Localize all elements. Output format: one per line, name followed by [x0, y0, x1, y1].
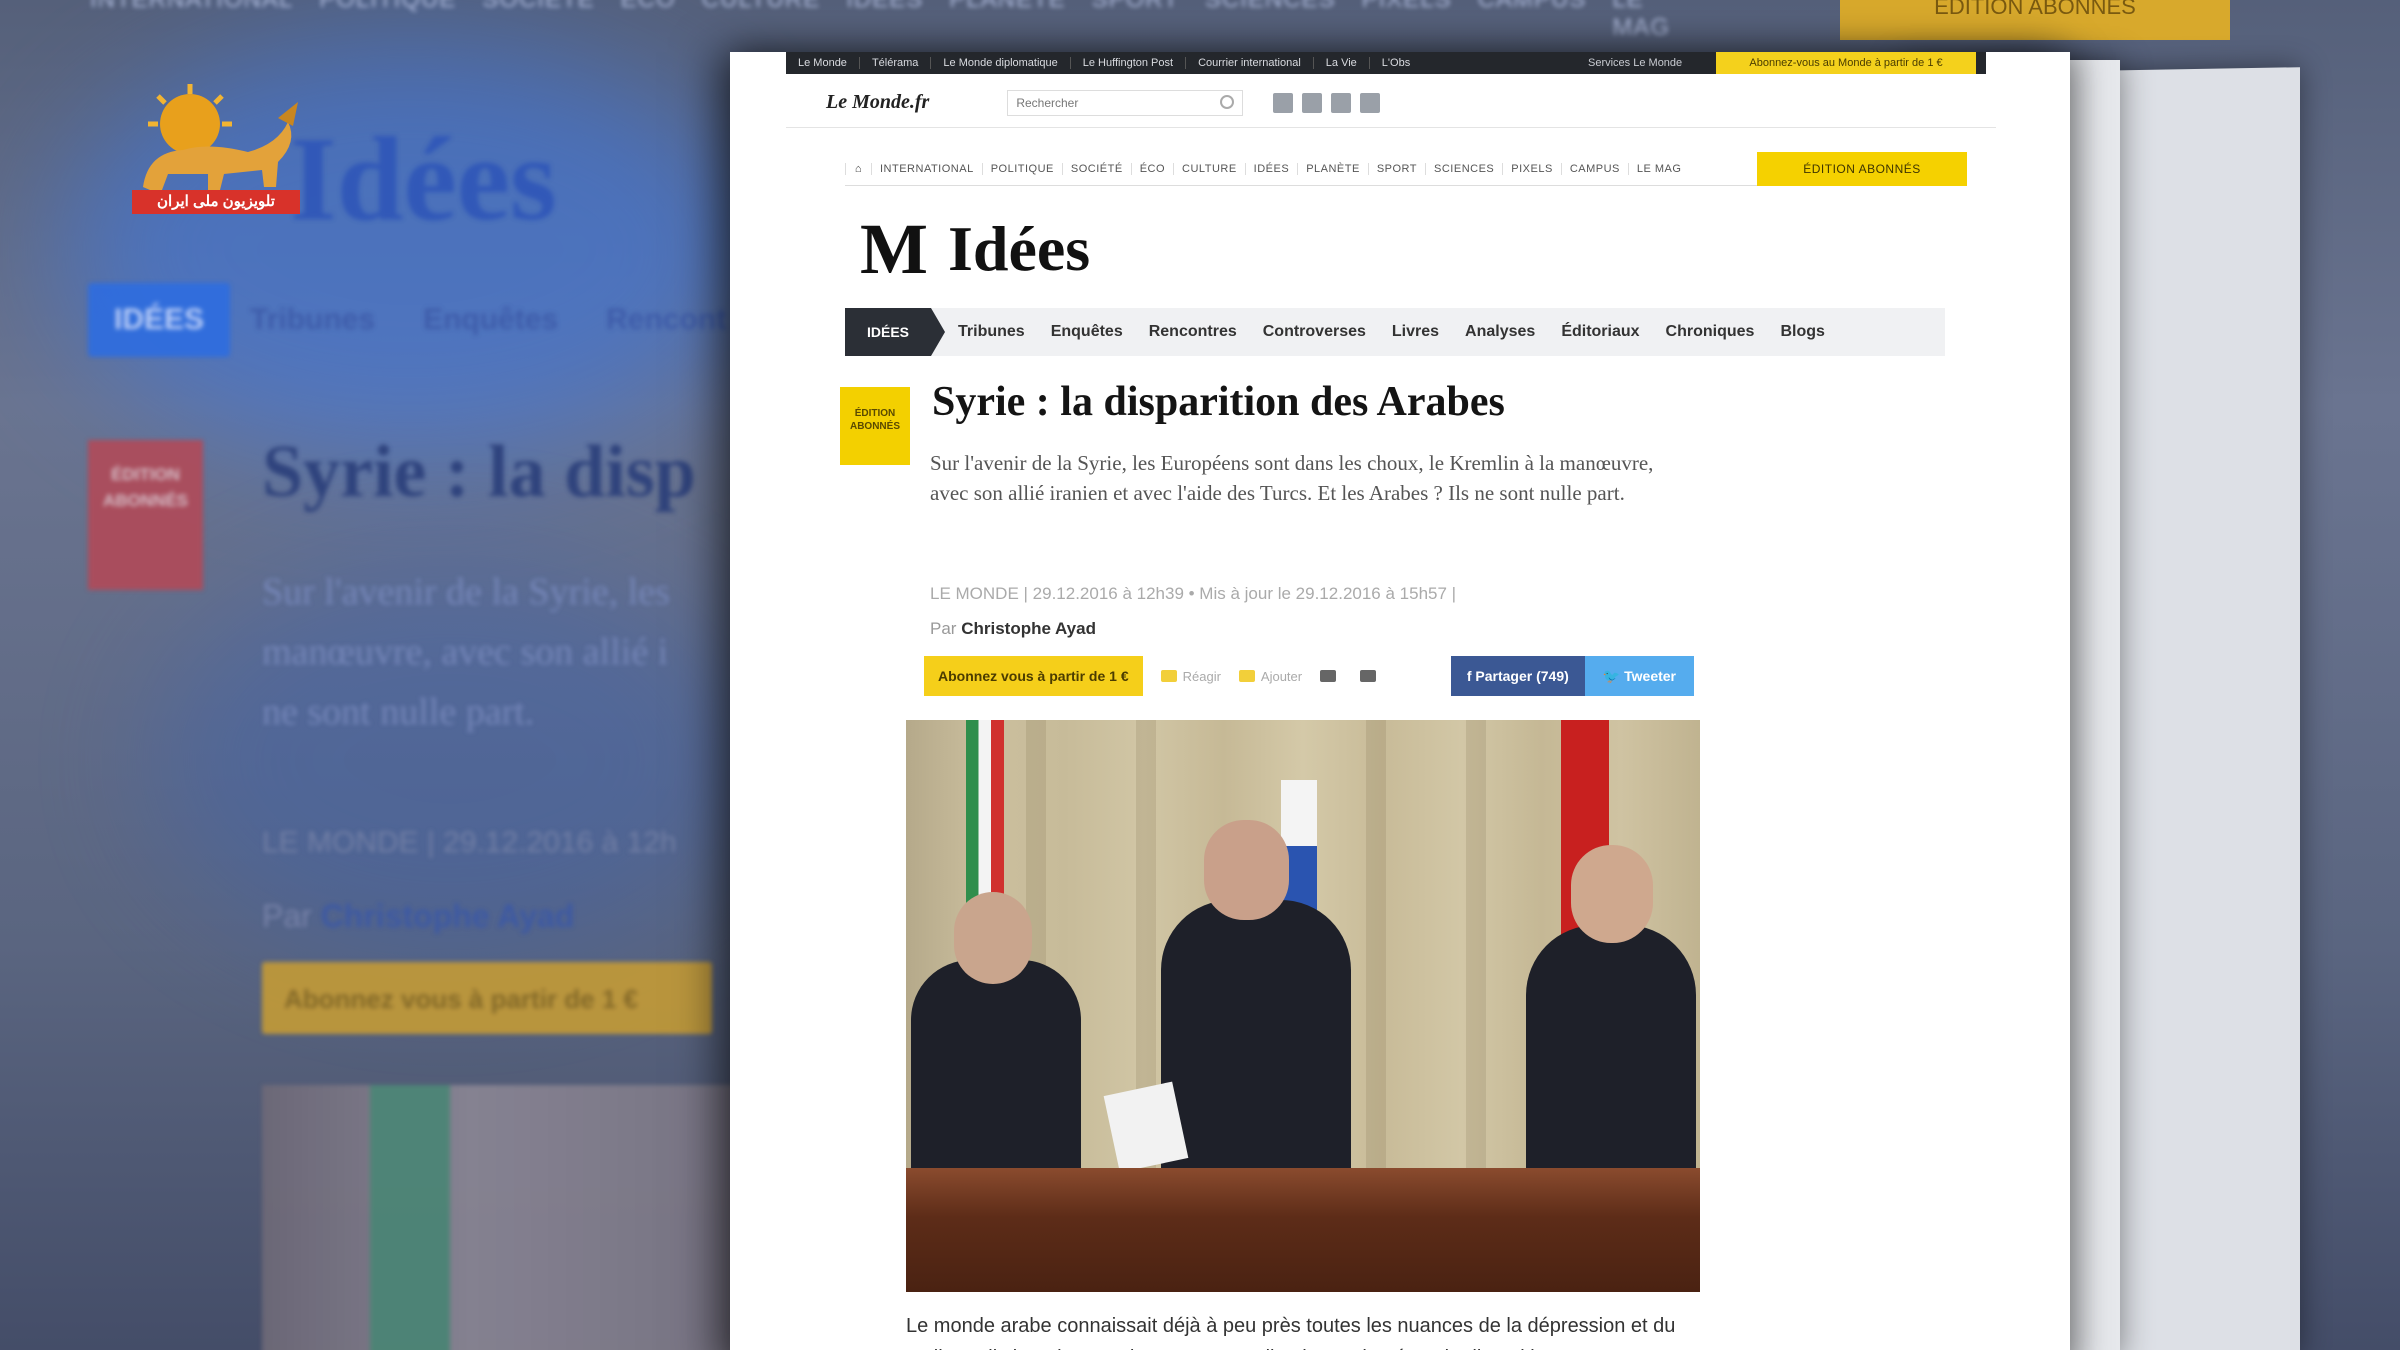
le-monde-m-logo[interactable]: M	[860, 213, 928, 285]
tab-livres[interactable]: Livres	[1392, 323, 1439, 341]
tab-enquetes[interactable]: Enquêtes	[1051, 323, 1123, 341]
subscribe-button[interactable]: Abonnez vous à partir de 1 €	[924, 656, 1143, 696]
nav-item[interactable]: CULTURE	[1173, 162, 1245, 175]
background-edition-button: ÉDITION ABONNÉS	[1840, 0, 2230, 40]
section-nav: IDÉES Tribunes Enquêtes Rencontres Contr…	[845, 308, 1945, 356]
nav-item[interactable]: ÉCO	[1130, 162, 1173, 175]
topstrip-link[interactable]: L'Obs	[1368, 57, 1422, 69]
article-meta: LE MONDE | 29.12.2016 à 12h39 • Mis à jo…	[930, 584, 1457, 603]
nav-item[interactable]: IDÉES	[1244, 162, 1298, 175]
background-section-nav: IDÉES Tribunes Enquêtes Rencont	[88, 283, 774, 357]
article-byline: Par Christophe Ayad	[930, 619, 1096, 638]
background-photo-flag	[370, 1085, 450, 1350]
nav-item[interactable]: LE MAG	[1627, 162, 1690, 175]
tab-controverses[interactable]: Controverses	[1263, 323, 1366, 341]
background-meta: LE MONDE | 29.12.2016 à 12h	[262, 826, 677, 859]
person-right-head	[1571, 845, 1653, 943]
tab-analyses[interactable]: Analyses	[1465, 323, 1535, 341]
article-body: Le monde arabe connaissait déjà à peu pr…	[906, 1315, 1676, 1350]
background-photo	[262, 1085, 782, 1350]
nav-item[interactable]: SPORT	[1367, 162, 1425, 175]
article-page: Le Monde Télérama Le Monde diplomatique …	[730, 52, 2070, 1350]
background-lead: Sur l'avenir de la Syrie, les manœuvre, …	[262, 571, 670, 733]
google-plus-icon[interactable]	[1331, 92, 1352, 113]
nav-item[interactable]: CAMPUS	[1560, 162, 1628, 175]
react-button[interactable]: Réagir	[1160, 669, 1221, 684]
twitter-icon[interactable]	[1302, 92, 1323, 113]
topstrip-link[interactable]: La Vie	[1312, 57, 1369, 69]
group-topstrip: Le Monde Télérama Le Monde diplomatique …	[786, 52, 1986, 74]
tab-chroniques[interactable]: Chroniques	[1666, 323, 1755, 341]
article-photo	[906, 720, 1700, 1292]
pin-icon	[1238, 670, 1255, 682]
social-links	[1273, 92, 1381, 113]
tab-blogs[interactable]: Blogs	[1780, 323, 1824, 341]
nav-item[interactable]: PIXELS	[1502, 162, 1561, 175]
nav-item[interactable]: SCIENCES	[1425, 162, 1502, 175]
tab-rencontres[interactable]: Rencontres	[1149, 323, 1237, 341]
services-link[interactable]: Services Le Monde	[1576, 57, 1694, 69]
article-lead: Sur l'avenir de la Syrie, les Européens …	[930, 451, 1654, 505]
edition-abonnes-badge: ÉDITION ABONNÉS	[840, 387, 910, 465]
email-button[interactable]	[1360, 670, 1382, 682]
add-button[interactable]: Ajouter	[1238, 669, 1302, 684]
email-icon	[1360, 670, 1377, 682]
topstrip-link[interactable]: Le Monde diplomatique	[930, 57, 1069, 69]
print-button[interactable]	[1320, 670, 1342, 682]
person-center	[1161, 900, 1351, 1170]
nav-item[interactable]: PLANÈTE	[1297, 162, 1368, 175]
topstrip-link[interactable]: Le Huffington Post	[1069, 57, 1185, 69]
comment-icon	[1160, 670, 1177, 682]
topstrip-link[interactable]: Télérama	[858, 57, 930, 69]
article-actions: Abonnez vous à partir de 1 € Réagir Ajou…	[924, 656, 1694, 696]
home-icon[interactable]: ⌂	[845, 162, 871, 175]
topstrip-link[interactable]: Le Monde	[786, 57, 859, 69]
channel-logo-caption: تلویزیون ملی ایران	[132, 190, 300, 214]
tab-idees[interactable]: IDÉES	[845, 308, 946, 356]
nav-item[interactable]: SOCIÉTÉ	[1061, 162, 1131, 175]
background-headline: Syrie : la disp	[262, 431, 696, 513]
background-edition-badge: ÉDITION ABONNÉS	[88, 440, 203, 590]
person-left-head	[954, 892, 1032, 984]
person-left	[911, 960, 1081, 1170]
tab-editoriaux[interactable]: Éditoriaux	[1561, 323, 1639, 341]
section-title[interactable]: Idées	[948, 212, 1090, 286]
background-byline: Par Christophe Ayad	[262, 898, 575, 934]
facebook-share-button[interactable]: f Partager (749)	[1450, 656, 1585, 696]
section-header: M Idées	[860, 212, 1090, 286]
background-subscribe-button: Abonnez vous à partir de 1 €	[262, 962, 712, 1034]
rss-icon[interactable]	[1360, 92, 1381, 113]
site-logo[interactable]: Le Monde.fr	[826, 91, 929, 114]
person-right	[1526, 925, 1696, 1170]
edition-abonnes-button[interactable]: ÉDITION ABONNÉS	[1757, 152, 1967, 186]
print-icon	[1320, 670, 1337, 682]
author-link[interactable]: Christophe Ayad	[961, 619, 1096, 638]
article-headline: Syrie : la disparition des Arabes	[932, 379, 1505, 425]
tab-tribunes[interactable]: Tribunes	[958, 323, 1025, 341]
nav-item[interactable]: POLITIQUE	[981, 162, 1062, 175]
person-center-head	[1204, 820, 1289, 920]
nav-item[interactable]: INTERNATIONAL	[871, 162, 982, 175]
background-topnav: INTERNATIONALPOLITIQUESOCIÉTÉÉCOCULTUREI…	[90, 0, 1670, 41]
subscribe-banner-button[interactable]: Abonnez-vous au Monde à partir de 1 €	[1716, 52, 1976, 74]
facebook-icon[interactable]	[1273, 92, 1294, 113]
site-header: Le Monde.fr Rechercher	[786, 78, 1996, 128]
twitter-share-button[interactable]: 🐦 Tweeter	[1584, 656, 1694, 696]
search-icon[interactable]	[1220, 94, 1235, 109]
search-input[interactable]: Rechercher	[1007, 89, 1244, 116]
main-nav: ⌂ INTERNATIONAL POLITIQUE SOCIÉTÉ ÉCO CU…	[845, 152, 1967, 186]
desk	[906, 1168, 1700, 1292]
background-section-title: Idées	[290, 112, 557, 245]
topstrip-link[interactable]: Courrier international	[1185, 57, 1313, 69]
